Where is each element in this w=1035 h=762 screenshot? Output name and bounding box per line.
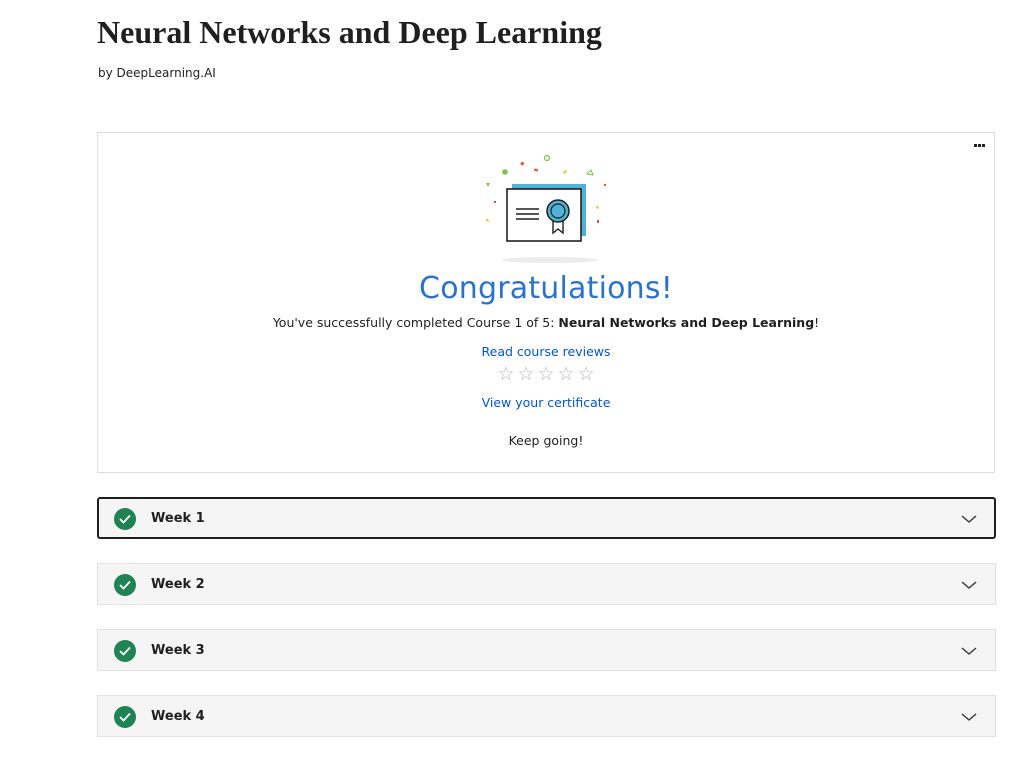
week-label: Week 1: [151, 511, 205, 526]
completion-suffix: !: [814, 315, 820, 330]
keep-going-text: Keep going!: [508, 433, 584, 448]
star-2-icon[interactable]: ☆: [517, 364, 534, 384]
star-3-icon[interactable]: ☆: [537, 364, 554, 384]
course-byline: by DeepLearning.AI: [98, 66, 216, 80]
week-2-accordion[interactable]: Week 2: [97, 563, 996, 605]
week-label: Week 4: [151, 709, 205, 724]
chevron-down-icon: [961, 713, 977, 721]
check-circle-icon: [114, 574, 136, 596]
completion-prefix: You've successfully completed Course 1 o…: [272, 315, 559, 330]
week-1-accordion[interactable]: Week 1: [97, 497, 996, 539]
more-options-icon[interactable]: [972, 139, 986, 151]
star-4-icon[interactable]: ☆: [558, 364, 575, 384]
chevron-down-icon: [961, 515, 977, 523]
week-3-accordion[interactable]: Week 3: [97, 629, 996, 671]
week-label: Week 2: [151, 577, 205, 592]
week-label: Week 3: [151, 643, 205, 658]
check-circle-icon: [114, 508, 136, 530]
completion-course-name: Neural Networks and Deep Learning: [558, 315, 815, 330]
check-circle-icon: [114, 640, 136, 662]
week-4-accordion[interactable]: Week 4: [97, 695, 996, 737]
certificate-illustration-icon: [485, 154, 606, 263]
course-title: Neural Networks and Deep Learning: [97, 14, 602, 50]
chevron-down-icon: [961, 647, 977, 655]
chevron-down-icon: [961, 581, 977, 589]
check-circle-icon: [114, 706, 136, 728]
star-1-icon[interactable]: ☆: [497, 364, 514, 384]
read-course-reviews-link[interactable]: Read course reviews: [98, 344, 994, 359]
star-rating: ☆ ☆ ☆ ☆ ☆: [98, 364, 994, 384]
view-certificate-link[interactable]: View your certificate: [98, 395, 994, 410]
congrats-heading: Congratulations!: [419, 271, 673, 306]
congrats-card: Congratulations! You've successfully com…: [97, 132, 995, 473]
star-5-icon[interactable]: ☆: [578, 364, 595, 384]
completion-message: You've successfully completed Course 1 o…: [98, 315, 994, 330]
